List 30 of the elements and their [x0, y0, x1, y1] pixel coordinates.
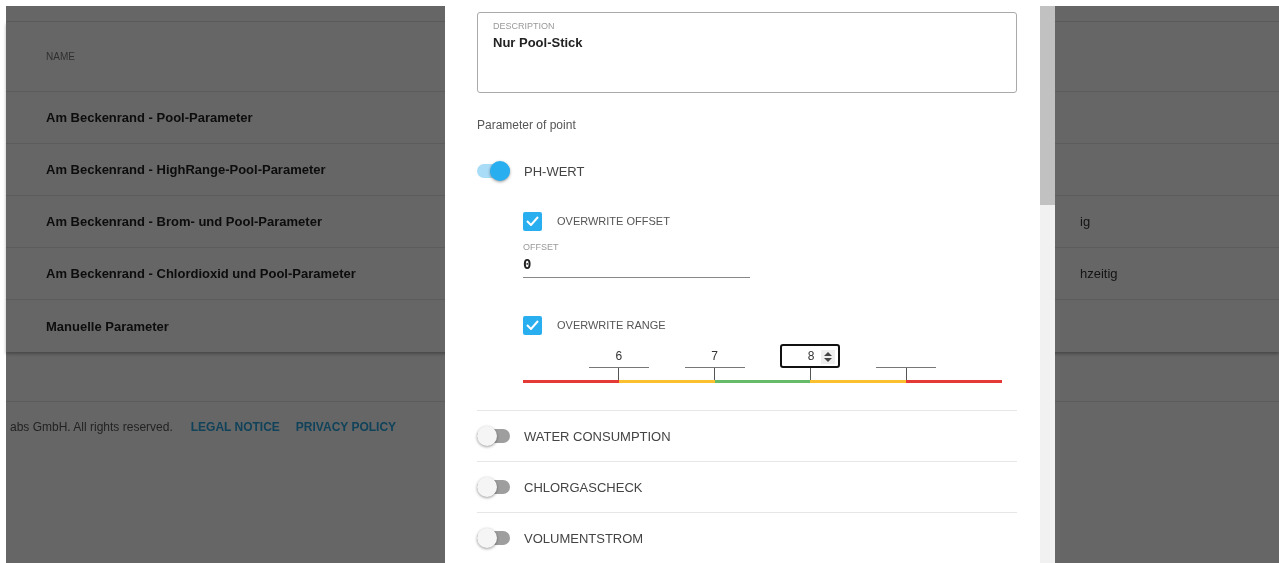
offset-field[interactable]: OFFSET 0	[523, 234, 750, 278]
checkbox-label: OVERWRITE OFFSET	[557, 215, 670, 227]
toggle-switch[interactable]	[477, 529, 510, 547]
table-cell: Am Beckenrand - Pool-Parameter	[46, 110, 253, 125]
table-cell: Am Beckenrand - Brom- und Pool-Parameter	[46, 214, 322, 229]
checkbox[interactable]	[523, 211, 542, 231]
copyright-text: abs GmbH. All rights reserved.	[10, 420, 173, 434]
scrollbar[interactable]	[1040, 6, 1055, 563]
table-cell: Am Beckenrand - HighRange-Pool-Parameter	[46, 162, 326, 177]
threshold-input[interactable]: 7	[684, 344, 745, 368]
table-cell: Am Beckenrand - Chlordioxid und Pool-Parameter	[46, 266, 356, 281]
table-cell: Manuelle Parameter	[46, 318, 169, 334]
section-label: Parameter of point	[477, 118, 577, 132]
checkmark-icon	[526, 216, 539, 226]
toggle-switch[interactable]	[477, 162, 510, 180]
spinner-icon[interactable]	[821, 350, 836, 364]
checkbox[interactable]	[523, 315, 542, 335]
threshold-input[interactable]: 6	[588, 344, 649, 368]
checkmark-icon	[526, 320, 539, 330]
checkbox-label: OVERWRITE RANGE	[557, 319, 666, 331]
table-cell: ig	[1080, 214, 1091, 229]
description-field[interactable]: DESCRIPTION Nur Pool-Stick	[477, 12, 1017, 93]
parameter-name: PH-WERT	[524, 163, 585, 179]
table-cell: hzeitig	[1080, 266, 1118, 281]
toggle-switch[interactable]	[477, 478, 510, 496]
toggle-switch[interactable]	[477, 427, 510, 445]
parameter-name: CHLORGASCHECK	[524, 479, 643, 495]
threshold-input[interactable]: 8	[780, 344, 841, 368]
parameter-name: WATER CONSUMPTION	[524, 428, 671, 444]
parameter-name: VOLUMENTSTROM	[524, 530, 644, 546]
